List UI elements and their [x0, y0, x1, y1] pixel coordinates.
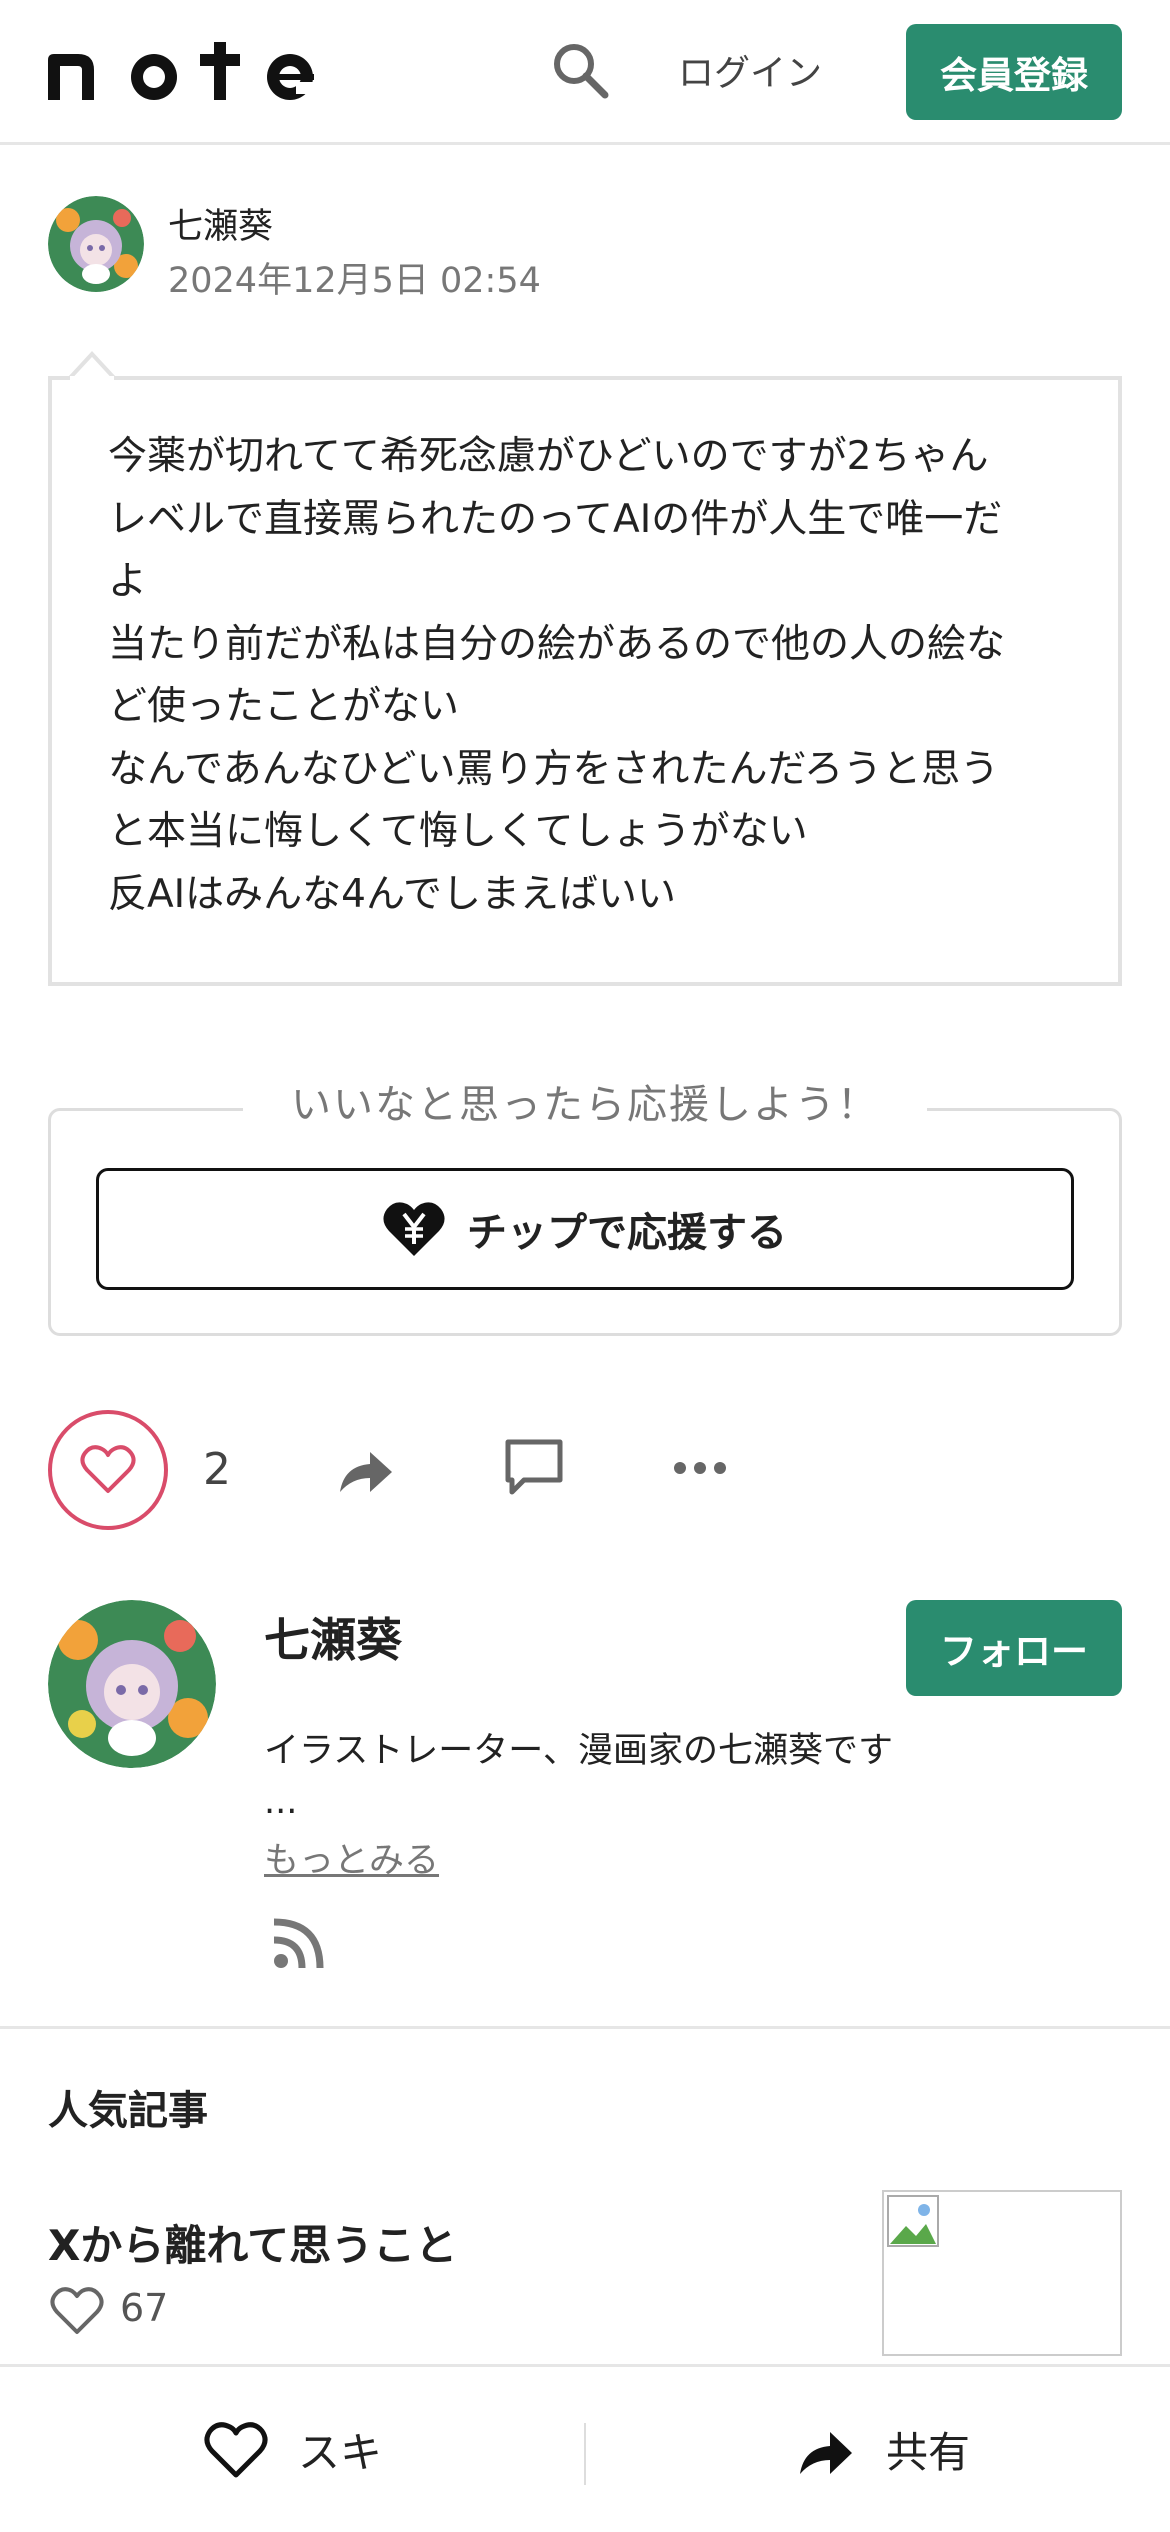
popular-section-title: 人気記事 [48, 2088, 208, 2134]
tip-button-label: チップで応援する [467, 1210, 787, 1256]
note-logo[interactable] [48, 38, 343, 106]
popular-article-thumbnail[interactable] [882, 2190, 1122, 2356]
broken-image-icon [887, 2195, 939, 2247]
share-icon[interactable] [336, 1440, 396, 1500]
bottom-like-button[interactable]: スキ [204, 2419, 382, 2480]
bottom-share-label: 共有 [886, 2428, 971, 2477]
profile-bio: イラストレーター、漫画家の七瀬葵です [264, 1731, 893, 1771]
post-date: 2024年12月5日 02:54 [168, 261, 541, 301]
speech-bubble-tail [68, 351, 116, 380]
share-icon [800, 2431, 852, 2474]
login-link[interactable]: ログイン [678, 44, 822, 96]
more-icon[interactable] [672, 1446, 728, 1490]
profile-more-link[interactable]: もっとみる [264, 1832, 439, 1883]
signup-button[interactable]: 会員登録 [906, 24, 1122, 120]
profile-name[interactable]: 七瀬葵 [264, 1604, 402, 1670]
author-name[interactable]: 七瀬葵 [168, 198, 273, 249]
support-title: いいなと思ったら応援しよう！ [0, 1072, 1170, 1130]
bottom-share-button[interactable]: 共有 [796, 2419, 970, 2480]
post-line: 反AIはみんな4んでしまえばいい [108, 871, 677, 917]
post-text: 今薬が切れてて希死念慮がひどいのですが2ちゃん レベルで直接罵られたのってAIの… [108, 426, 1088, 926]
search-icon[interactable] [548, 38, 612, 102]
heart-icon [50, 2287, 104, 2334]
post-line: 当たり前だが私は自分の絵があるので他の人の絵な [108, 621, 1006, 667]
like-count: 2 [203, 1444, 231, 1495]
profile-avatar[interactable] [48, 1600, 216, 1768]
profile-bio-ellipsis: ... [264, 1782, 298, 1822]
heart-icon [204, 2421, 268, 2477]
bottom-like-label: スキ [298, 2428, 383, 2477]
heart-icon [80, 1445, 136, 1493]
header: ログイン 会員登録 [0, 0, 1170, 145]
yen-heart-icon [383, 1202, 445, 1256]
follow-button[interactable]: フォロー [906, 1600, 1122, 1696]
rss-icon[interactable] [272, 1916, 326, 1970]
section-divider [0, 2026, 1170, 2029]
post-line: と本当に悔しくて悔しくてしょうがない [108, 809, 808, 854]
post-line: ど使ったことがない [108, 684, 460, 729]
author-avatar[interactable] [48, 196, 144, 292]
tip-button[interactable]: チップで応援する [96, 1168, 1074, 1290]
like-button[interactable] [48, 1410, 168, 1530]
popular-article-likes: 67 [120, 2286, 169, 2330]
post-line: よ [108, 559, 148, 604]
bottom-bar-divider [584, 2423, 586, 2485]
popular-article-title[interactable]: Xから離れて思うこと [48, 2212, 457, 2273]
post-line: 今薬が切れてて希死念慮がひどいのですが2ちゃん [108, 434, 989, 479]
post-line: なんであんなひどい罵り方をされたんだろうと思う [108, 746, 1000, 792]
comment-icon[interactable] [502, 1436, 566, 1500]
post-body: 今薬が切れてて希死念慮がひどいのですが2ちゃん レベルで直接罵られたのってAIの… [48, 376, 1122, 986]
bottom-bar: スキ 共有 [0, 2364, 1170, 2532]
post-line: レベルで直接罵られたのってAIの件が人生で唯一だ [108, 496, 1003, 542]
